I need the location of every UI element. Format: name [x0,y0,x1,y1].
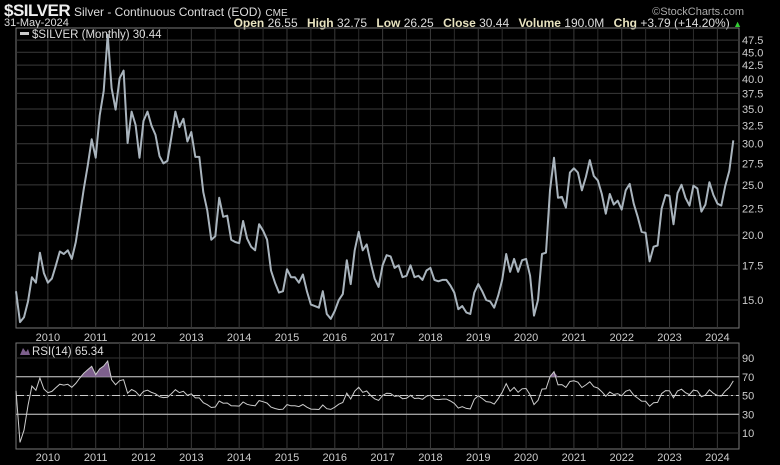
x-tick-label: 2017 [370,332,394,344]
y-tick-label: 37.5 [742,88,763,100]
rsi-x-tick-label: 2015 [275,452,299,464]
rsi-x-tick-label: 2010 [36,452,60,464]
x-tick-label: 2021 [562,332,586,344]
price-line [15,33,735,324]
rsi-tick-label: 90 [742,353,754,365]
x-tick-label: 2018 [418,332,442,344]
rsi-x-tick-label: 2013 [179,452,203,464]
x-tick-label: 2022 [609,332,633,344]
rsi-x-tick-label: 2023 [657,452,681,464]
y-tick-label: 42.5 [742,60,763,72]
y-tick-label: 35.0 [742,104,763,116]
rsi-x-tick-label: 2016 [323,452,347,464]
x-tick-label: 2015 [275,332,299,344]
rsi-x-tick-label: 2021 [562,452,586,464]
x-tick-label: 2014 [227,332,251,344]
rsi-tick-label: 70 [742,372,754,384]
x-tick-label: 2011 [84,332,108,344]
y-tick-label: 45.0 [742,47,763,59]
rsi-legend: RSI(14) 65.34 [32,346,104,358]
y-tick-label: 47.5 [742,35,763,47]
rsi-x-tick-label: 2014 [227,452,251,464]
y-tick-label: 25.0 [742,180,763,192]
y-tick-label: 15.0 [742,295,763,307]
rsi-x-tick-label: 2018 [418,452,442,464]
y-tick-label: 40.0 [742,74,763,86]
rsi-x-tick-label: 2024 [705,452,729,464]
y-tick-label: 30.0 [742,139,763,151]
x-tick-label: 2016 [323,332,347,344]
rsi-tick-label: 50 [742,391,754,403]
x-tick-label: 2019 [466,332,490,344]
rsi-x-tick-label: 2012 [131,452,155,464]
rsi-x-tick-label: 2011 [84,452,108,464]
y-tick-label: 27.5 [742,158,763,170]
legend-swatch [20,32,29,35]
y-tick-label: 22.5 [742,204,763,216]
x-tick-label: 2010 [36,332,60,344]
rsi-tick-label: 30 [742,409,754,421]
x-tick-label: 2023 [657,332,681,344]
rsi-x-tick-label: 2019 [466,452,490,464]
rsi-legend-icon [20,348,30,355]
chart-canvas: 2010 2010 2011 2011 2012 2012 2013 2013 2014 2014… [15,27,763,464]
rsi-x-tick-label: 2020 [514,452,538,464]
rsi-x-tick-label: 2017 [370,452,394,464]
rsi-x-tick-label: 2022 [609,452,633,464]
rsi-overbought-fill [16,361,734,377]
y-tick-label: 32.5 [742,121,763,133]
price-legend: $SILVER (Monthly) 30.44 [32,29,162,41]
x-tick-label: 2013 [179,332,203,344]
x-tick-label: 2012 [131,332,155,344]
y-tick-label: 20.0 [742,230,763,242]
rsi-tick-label: 10 [742,428,754,440]
y-tick-label: 17.5 [742,260,763,272]
x-tick-label: 2020 [514,332,538,344]
rsi-line [15,359,734,443]
x-tick-label: 2024 [705,332,729,344]
